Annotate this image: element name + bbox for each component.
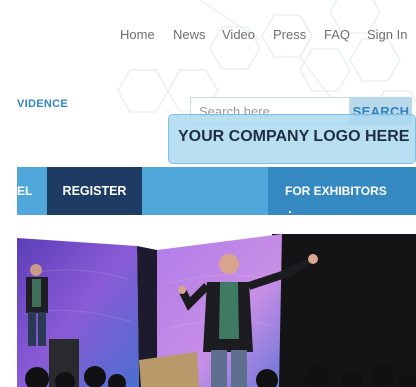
top-navigation: Home News Video Press FAQ Sign In: [0, 27, 416, 45]
nav-video-link[interactable]: Video: [222, 27, 255, 42]
nav-home-link[interactable]: Home: [120, 27, 155, 42]
nav-sign-in-link[interactable]: Sign In: [367, 27, 407, 42]
nav-press-link[interactable]: Press: [273, 27, 306, 42]
company-logo-text: YOUR COMPANY LOGO HERE: [178, 128, 410, 145]
hero-photo-speaker-on-stage: [17, 234, 416, 387]
for-exhibitors-tab[interactable]: FOR EXHIBITORS: [268, 167, 416, 215]
nav-faq-link[interactable]: FAQ: [324, 27, 350, 42]
brand-logo-text[interactable]: VIDENCE: [17, 98, 68, 110]
dropdown-indicator-icon: [289, 211, 291, 213]
nav-news-link[interactable]: News: [173, 27, 206, 42]
nav-item-partial[interactable]: EL: [17, 167, 32, 215]
for-exhibitors-label: FOR EXHIBITORS: [285, 184, 387, 198]
register-button[interactable]: REGISTER: [47, 167, 142, 215]
company-logo-placeholder: YOUR COMPANY LOGO HERE: [168, 114, 416, 164]
main-navigation-bar: EL REGISTER FOR EXHIBITORS: [17, 167, 416, 215]
